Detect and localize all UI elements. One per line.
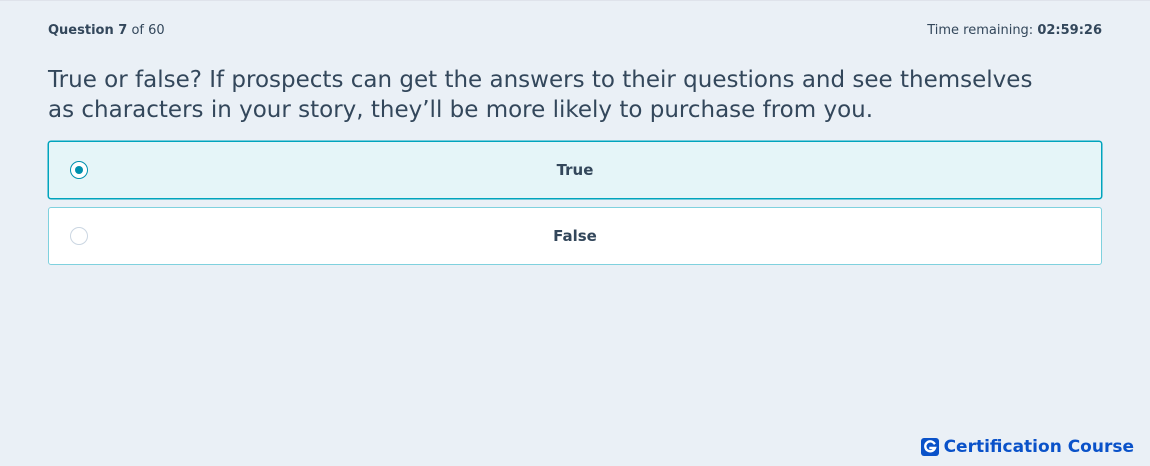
- question-header: Question 7 of 60 Time remaining: 02:59:2…: [48, 23, 1102, 43]
- time-remaining: Time remaining: 02:59:26: [927, 23, 1102, 38]
- time-remaining-value: 02:59:26: [1037, 23, 1102, 38]
- answer-option-true[interactable]: True: [48, 141, 1102, 199]
- time-remaining-label: Time remaining:: [927, 23, 1034, 38]
- question-number: Question 7: [48, 23, 128, 38]
- answer-option-label: False: [553, 227, 597, 245]
- answer-option-label: True: [556, 161, 594, 179]
- brand-logo: Certification Course: [920, 437, 1134, 457]
- question-total: of 60: [131, 23, 165, 38]
- g-logo-icon: [920, 438, 939, 456]
- question-text: True or false? If prospects can get the …: [48, 67, 1033, 123]
- brand-text: Certification Course: [943, 437, 1134, 457]
- answer-option-false[interactable]: False: [48, 207, 1102, 265]
- question-counter: Question 7 of 60: [48, 23, 165, 38]
